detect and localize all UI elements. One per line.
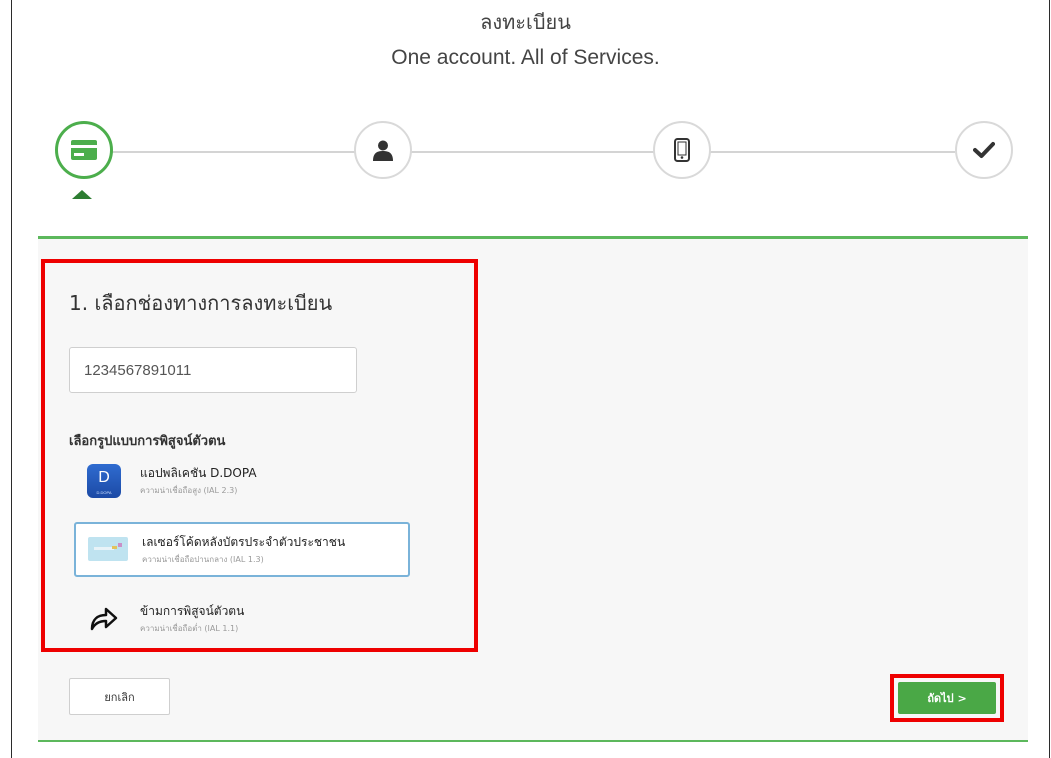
page-subtitle: One account. All of Services. (391, 46, 660, 69)
d-dopa-icon-letter: D (98, 469, 110, 486)
step-mobile[interactable] (653, 121, 711, 179)
section-title: 1. เลือกช่องทางการลงทะเบียน (69, 291, 333, 315)
verification-method-label: เลือกรูปแบบการพิสูจน์ตัวตน (69, 434, 226, 449)
page-title: ลงทะเบียน (480, 10, 571, 34)
cancel-button[interactable]: ยกเลิก (69, 678, 170, 715)
window-right-border (1049, 0, 1050, 758)
stepper-line (110, 151, 955, 153)
skip-arrow-icon (87, 602, 121, 636)
next-button[interactable]: ถัดไป > (898, 682, 996, 714)
option-subtitle: ความน่าเชื่อถือต่ำ (IAL 1.1) (140, 624, 239, 633)
checkmark-icon (973, 142, 995, 158)
option-subtitle: ความน่าเชื่อถือปานกลาง (IAL 1.3) (142, 555, 264, 564)
step-personal-info[interactable] (354, 121, 412, 179)
d-dopa-app-icon: D D.DOPA (87, 464, 121, 498)
user-icon (373, 140, 393, 161)
option-title: ข้ามการพิสูจน์ตัวตน (140, 604, 245, 618)
step-id-card[interactable] (55, 121, 113, 179)
id-card-image-icon (88, 531, 128, 565)
option-title: แอปพลิเคชัน D.DOPA (140, 466, 257, 480)
option-d-dopa[interactable]: D D.DOPA แอปพลิเคชัน D.DOPA ความน่าเชื่อ… (74, 455, 410, 510)
active-step-pointer (72, 190, 92, 199)
option-skip-verification[interactable]: ข้ามการพิสูจน์ตัวตน ความน่าเชื่อถือต่ำ (… (74, 593, 410, 648)
option-laser-code[interactable]: เลเซอร์โค้ดหลังบัตรประจำตัวประชาชน ความน… (74, 522, 410, 577)
option-subtitle: ความน่าเชื่อถือสูง (IAL 2.3) (140, 486, 238, 495)
window-left-border (11, 0, 12, 758)
d-dopa-icon-caption: D.DOPA (96, 490, 112, 495)
option-title: เลเซอร์โค้ดหลังบัตรประจำตัวประชาชน (142, 535, 346, 549)
id-card-icon (71, 140, 97, 160)
mobile-phone-icon (674, 138, 690, 162)
step-complete[interactable] (955, 121, 1013, 179)
citizen-id-input[interactable] (69, 347, 357, 393)
